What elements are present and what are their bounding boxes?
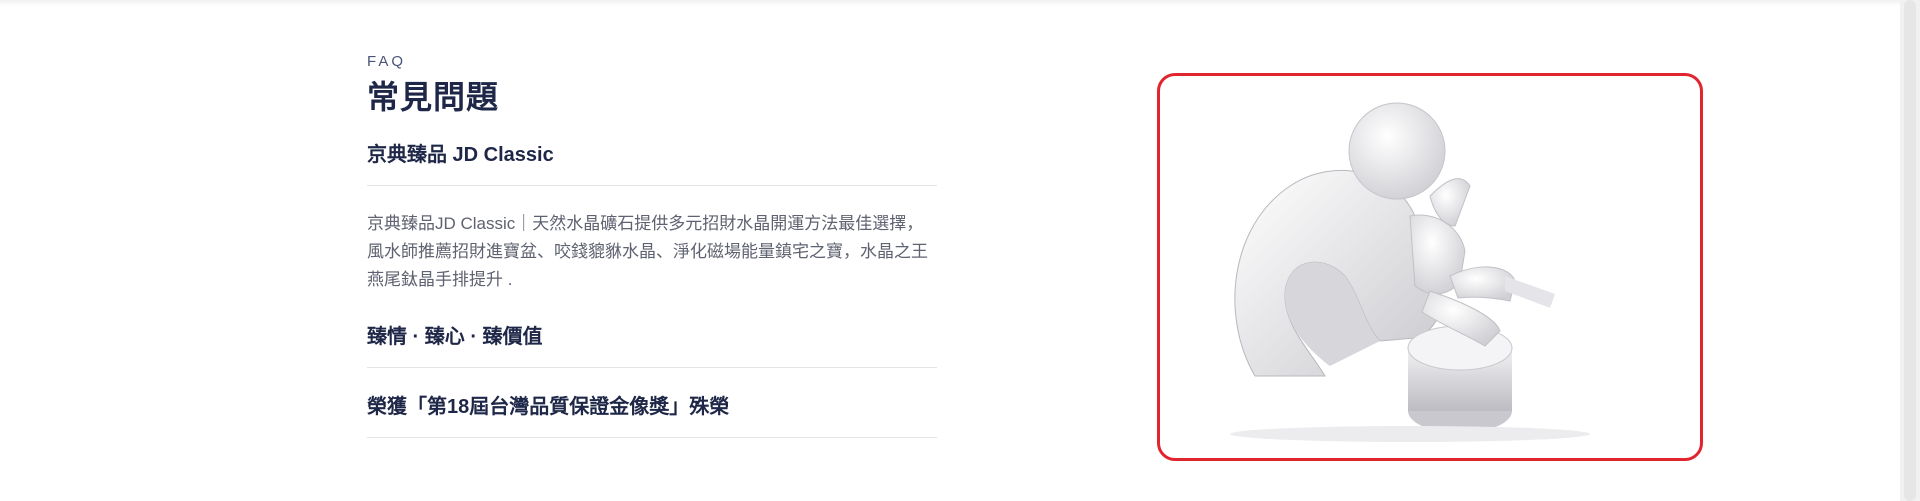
faq-item: 京典臻品 JD Classic <box>367 138 937 186</box>
page-scrollbar[interactable] <box>1900 0 1920 501</box>
faq-question[interactable]: 榮獲「第18屆台灣品質保證金像獎」殊榮 <box>367 368 937 437</box>
header-shadow <box>0 0 1900 6</box>
faq-item: 臻情 · 臻心 · 臻價值 <box>367 320 937 368</box>
faq-eyebrow: FAQ <box>367 53 407 70</box>
faq-section: FAQ 常見問題 京典臻品 JD Classic 京典臻品JD Classic｜… <box>367 53 937 438</box>
faq-answer: 京典臻品JD Classic｜天然水晶礦石提供多元招財水晶開運方法最佳選擇，風水… <box>367 214 928 289</box>
faq-heading: 常見問題 <box>367 79 500 115</box>
faq-illustration <box>1157 73 1703 461</box>
faq-question[interactable]: 京典臻品 JD Classic <box>367 138 937 185</box>
faq-question[interactable]: 臻情 · 臻心 · 臻價值 <box>367 320 937 367</box>
thinking-figure-question-mark-icon <box>1230 102 1590 442</box>
faq-item: 榮獲「第18屆台灣品質保證金像獎」殊榮 <box>367 368 937 438</box>
scrollbar-thumb[interactable] <box>1904 0 1916 501</box>
